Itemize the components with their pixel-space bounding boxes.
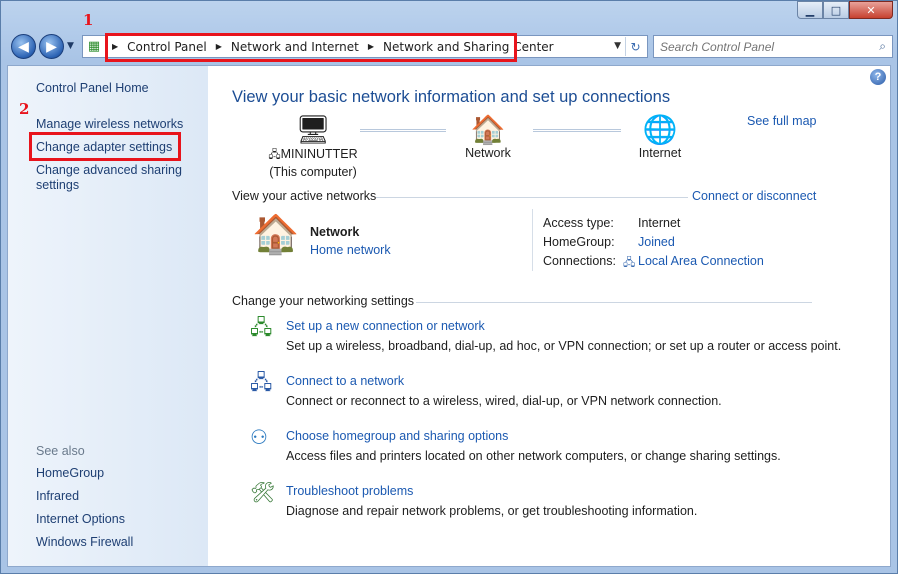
task-connect-network-desc: Connect or reconnect to a wireless, wire…	[286, 394, 722, 408]
access-type-value: Internet	[638, 216, 681, 230]
homegroup-joined-link[interactable]: Joined	[638, 235, 675, 249]
task-homegroup-link[interactable]: Choose homegroup and sharing options	[286, 429, 508, 443]
network-type-link[interactable]: Home network	[310, 243, 391, 257]
map-node-computer[interactable]: 🖥 🖧MININUTTER (This computer)	[268, 114, 358, 179]
page-title: View your basic network information and …	[232, 88, 671, 106]
connect-or-disconnect-link[interactable]: Connect or disconnect	[692, 189, 816, 203]
task-connect-network-link[interactable]: Connect to a network	[286, 374, 404, 388]
recent-pages-button[interactable]: ▼	[67, 41, 74, 51]
see-also-homegroup[interactable]: HomeGroup	[36, 466, 104, 481]
map-connector	[360, 129, 446, 132]
homegroup-label: HomeGroup:	[543, 235, 615, 249]
see-also-internet-options[interactable]: Internet Options	[36, 512, 125, 527]
computer-icon: 🖥	[295, 114, 331, 145]
task-setup-connection-desc: Set up a wireless, broadband, dial-up, a…	[286, 339, 842, 353]
computer-name-label: 🖧MININUTTER	[268, 147, 358, 161]
divider	[376, 197, 688, 198]
annotation-number-1: 1	[83, 11, 94, 29]
ethernet-icon: 🖧	[623, 257, 636, 269]
map-connector	[533, 129, 621, 132]
window-caption-buttons: ▁ □ ✕	[797, 1, 893, 23]
see-full-map-link[interactable]: See full map	[747, 114, 816, 128]
see-also-windows-firewall[interactable]: Windows Firewall	[36, 535, 133, 550]
sidebar-item-change-adapter-settings[interactable]: Change adapter settings	[36, 140, 172, 155]
divider	[532, 209, 533, 271]
this-computer-label: (This computer)	[269, 165, 357, 179]
access-type-label: Access type:	[543, 216, 614, 230]
client-area: Control Panel Home Manage wireless netwo…	[7, 65, 891, 567]
map-node-network[interactable]: 🏠 Network	[448, 114, 528, 160]
sidebar-control-panel-home[interactable]: Control Panel Home	[36, 81, 149, 96]
forward-button[interactable]: ▶	[39, 34, 64, 59]
control-panel-icon: ▦	[87, 39, 101, 54]
connect-network-icon: 🖧	[250, 372, 273, 394]
breadcrumb-network-and-internet[interactable]: Network and Internet	[231, 40, 359, 54]
home-network-icon: 🏠	[252, 214, 300, 256]
refresh-icon[interactable]: ↻	[625, 37, 645, 56]
chevron-right-icon[interactable]: ▶	[368, 42, 374, 51]
minimize-button[interactable]: ▁	[797, 1, 823, 19]
navigation-bar: ◀ ▶ ▼ ▦ ▶ Control Panel ▶ Network and In…	[7, 31, 893, 61]
address-bar[interactable]: ▦ ▶ Control Panel ▶ Network and Internet…	[82, 35, 648, 58]
local-area-connection-link[interactable]: Local Area Connection	[638, 254, 764, 268]
maximize-button[interactable]: □	[823, 1, 849, 19]
sidebar-item-change-advanced-sharing-settings[interactable]: Change advanced sharing settings	[36, 163, 196, 193]
task-homegroup-desc: Access files and printers located on oth…	[286, 449, 781, 463]
active-networks-heading: View your active networks	[232, 189, 377, 203]
network-house-icon: 🏠	[470, 114, 506, 145]
see-also-infrared[interactable]: Infrared	[36, 489, 79, 504]
main-content: ? View your basic network information an…	[208, 66, 890, 566]
address-dropdown-icon[interactable]: ▼	[614, 41, 621, 51]
task-troubleshoot-link[interactable]: Troubleshoot problems	[286, 484, 413, 498]
homegroup-icon: ⚇	[250, 427, 268, 449]
connections-label: Connections:	[543, 254, 616, 268]
close-button[interactable]: ✕	[849, 1, 893, 19]
new-connection-icon: 🖧	[250, 317, 273, 339]
task-troubleshoot-desc: Diagnose and repair network problems, or…	[286, 504, 698, 518]
chevron-right-icon[interactable]: ▶	[216, 42, 222, 51]
search-icon[interactable]: ⌕	[879, 39, 886, 54]
window: ▁ □ ✕ ◀ ▶ ▼ ▦ ▶ Control Panel ▶ Network …	[0, 0, 898, 574]
change-settings-heading: Change your networking settings	[232, 294, 415, 308]
globe-icon: 🌐	[642, 114, 678, 145]
help-icon[interactable]: ?	[870, 69, 886, 85]
troubleshoot-icon: 🛠	[250, 482, 276, 504]
internet-label: Internet	[638, 146, 682, 160]
breadcrumb-network-and-sharing-center[interactable]: Network and Sharing Center	[383, 40, 554, 54]
annotation-number-2: 2	[19, 100, 30, 118]
network-label: Network	[465, 146, 511, 160]
search-box[interactable]: ⌕	[653, 35, 893, 58]
active-network-name: Network	[310, 225, 360, 239]
back-button[interactable]: ◀	[11, 34, 36, 59]
task-setup-connection-link[interactable]: Set up a new connection or network	[286, 319, 485, 333]
search-input[interactable]	[660, 39, 870, 54]
sidebar: Control Panel Home Manage wireless netwo…	[8, 66, 208, 566]
see-also-label: See also	[36, 444, 85, 458]
breadcrumb-control-panel[interactable]: Control Panel	[127, 40, 207, 54]
map-node-internet[interactable]: 🌐 Internet	[620, 114, 700, 160]
sidebar-item-manage-wireless-networks[interactable]: Manage wireless networks	[36, 117, 183, 132]
divider	[416, 302, 812, 303]
chevron-right-icon[interactable]: ▶	[112, 42, 118, 51]
